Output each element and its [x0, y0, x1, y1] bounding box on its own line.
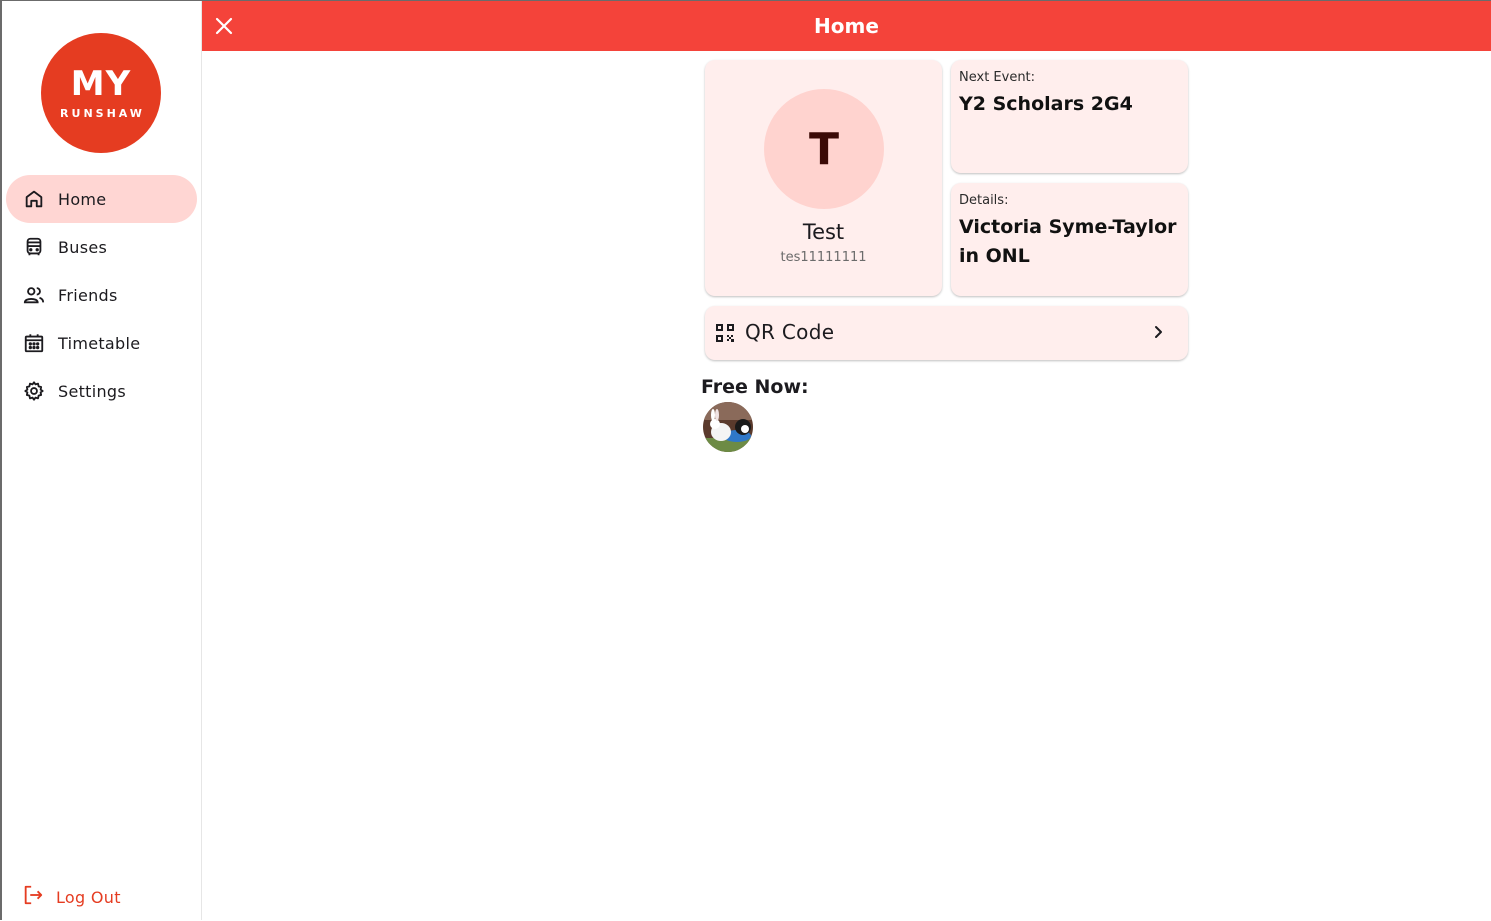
details-card[interactable]: Details: Victoria Syme-Taylor in ONL [951, 183, 1188, 296]
sidebar-item-label: Settings [58, 381, 127, 401]
sidebar-item-label: Buses [58, 237, 108, 257]
gear-icon [22, 379, 46, 403]
logout-label: Log Out [56, 887, 121, 907]
profile-card[interactable]: T Test tes11111111 [705, 60, 942, 296]
nav-list: Home Buses Friends Timetable Settings [6, 175, 197, 415]
logout-button[interactable]: Log Out [6, 873, 197, 921]
free-now-title: Free Now: [701, 376, 809, 398]
logo-text-runshaw: RUNSHAW [60, 106, 145, 120]
page-title: Home [814, 14, 879, 38]
bus-icon [22, 235, 46, 259]
friends-icon [22, 283, 46, 307]
logo-text-my: MY [70, 63, 132, 104]
qr-code-icon [716, 324, 734, 342]
sidebar-item-label: Timetable [58, 333, 141, 353]
app-logo: MY RUNSHAW [41, 33, 161, 153]
avatar: T [764, 89, 884, 209]
chevron-right-icon [1155, 326, 1162, 338]
navigation-drawer: MY RUNSHAW Home Buses Friends Timetable … [2, 1, 202, 920]
home-icon [22, 187, 46, 211]
next-event-caption: Next Event: [959, 70, 1036, 85]
logout-icon [22, 884, 44, 910]
sidebar-item-buses[interactable]: Buses [6, 223, 197, 271]
details-value: Victoria Syme-Taylor in ONL [959, 216, 1177, 267]
profile-username: tes11111111 [780, 250, 867, 265]
sidebar-item-label: Friends [58, 285, 118, 305]
qr-code-button[interactable]: QR Code [705, 306, 1188, 360]
details-caption: Details: [959, 193, 1009, 208]
profile-name: Test [802, 220, 845, 244]
calendar-icon [22, 331, 46, 355]
sidebar-item-timetable[interactable]: Timetable [6, 319, 197, 367]
qr-code-label: QR Code [745, 320, 835, 344]
next-event-value: Y2 Scholars 2G4 [959, 93, 1133, 115]
sidebar-item-label: Home [58, 189, 107, 209]
next-event-card[interactable]: Next Event: Y2 Scholars 2G4 [951, 60, 1188, 173]
friend-photo [703, 402, 753, 452]
sidebar-item-home[interactable]: Home [6, 175, 197, 223]
sidebar-item-settings[interactable]: Settings [6, 367, 197, 415]
friend-avatar[interactable] [703, 402, 753, 452]
sidebar-item-friends[interactable]: Friends [6, 271, 197, 319]
app-bar: Home [202, 1, 1491, 51]
